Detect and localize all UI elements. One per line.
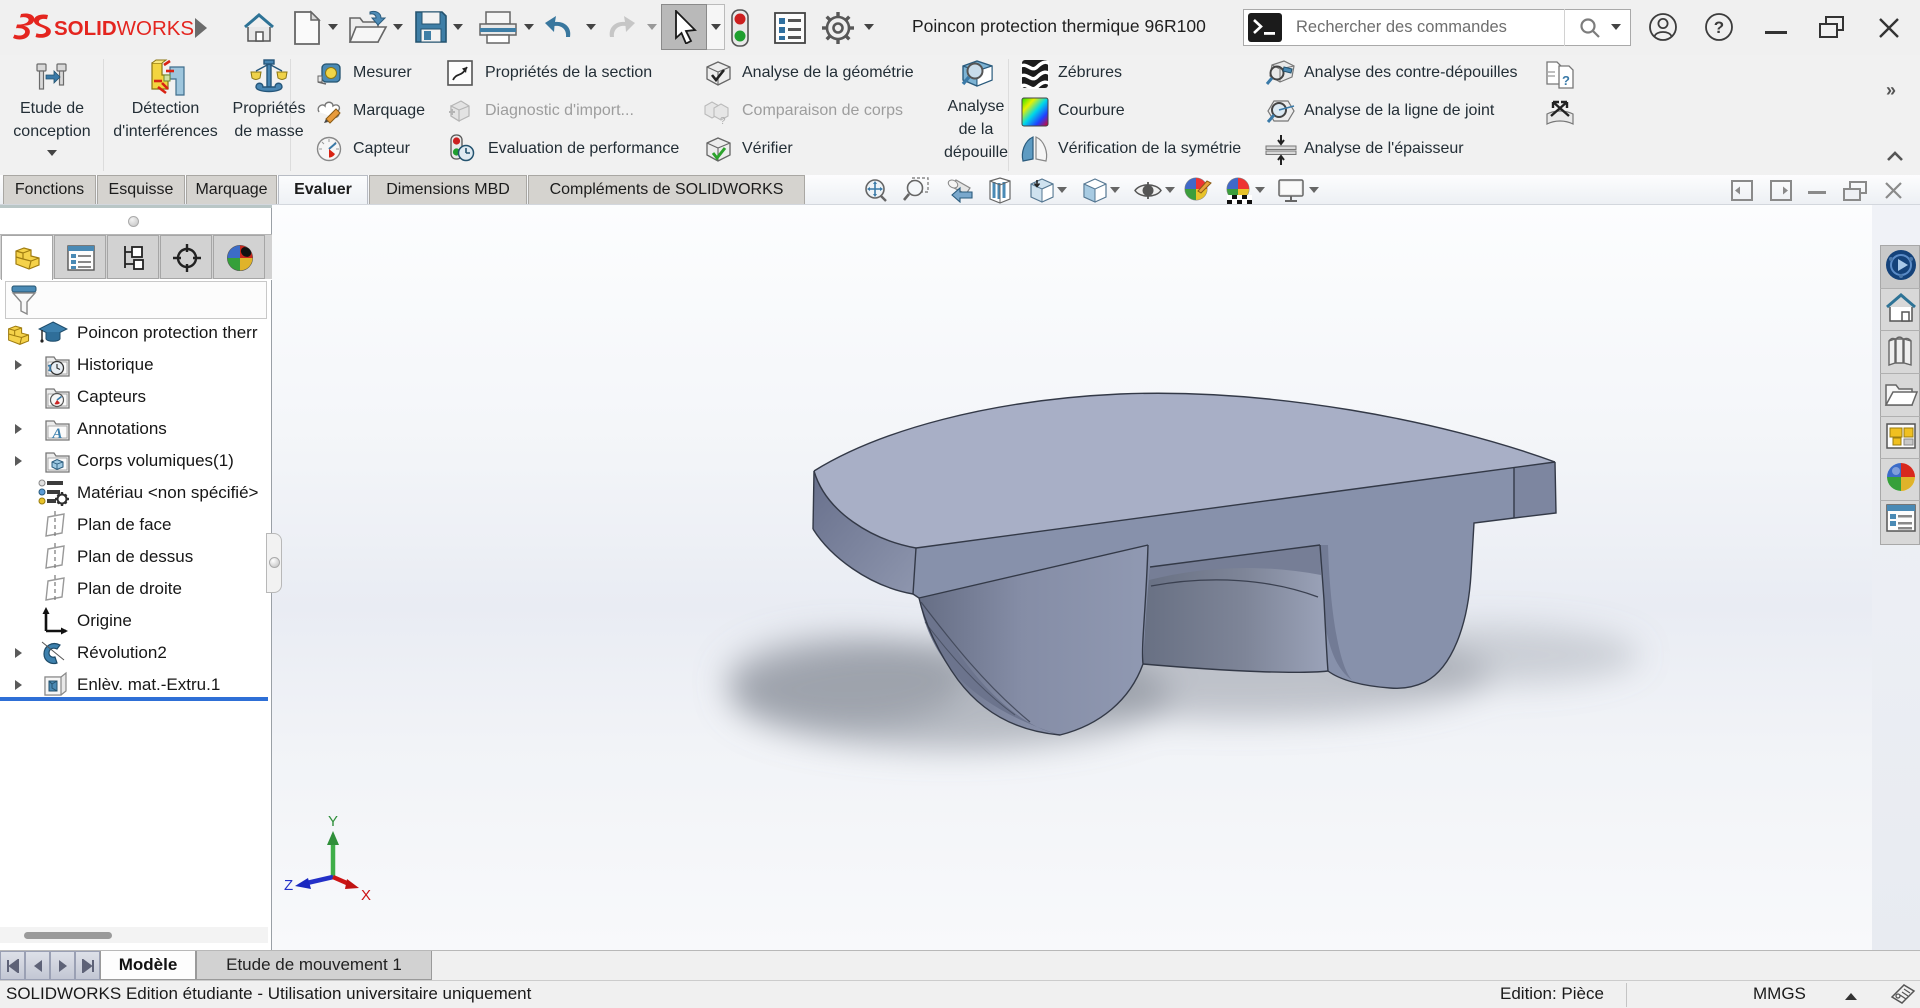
svg-text:?: ? (720, 116, 726, 126)
svg-text:?: ? (1562, 73, 1570, 88)
svg-text:X: X (361, 887, 371, 904)
svg-text:A: A (51, 426, 62, 442)
svg-text:?: ? (1714, 18, 1724, 37)
svg-text:Y: Y (328, 813, 338, 830)
svg-text:Z: Z (284, 877, 293, 894)
svg-text:SOLIDWORKS: SOLIDWORKS (54, 17, 194, 40)
